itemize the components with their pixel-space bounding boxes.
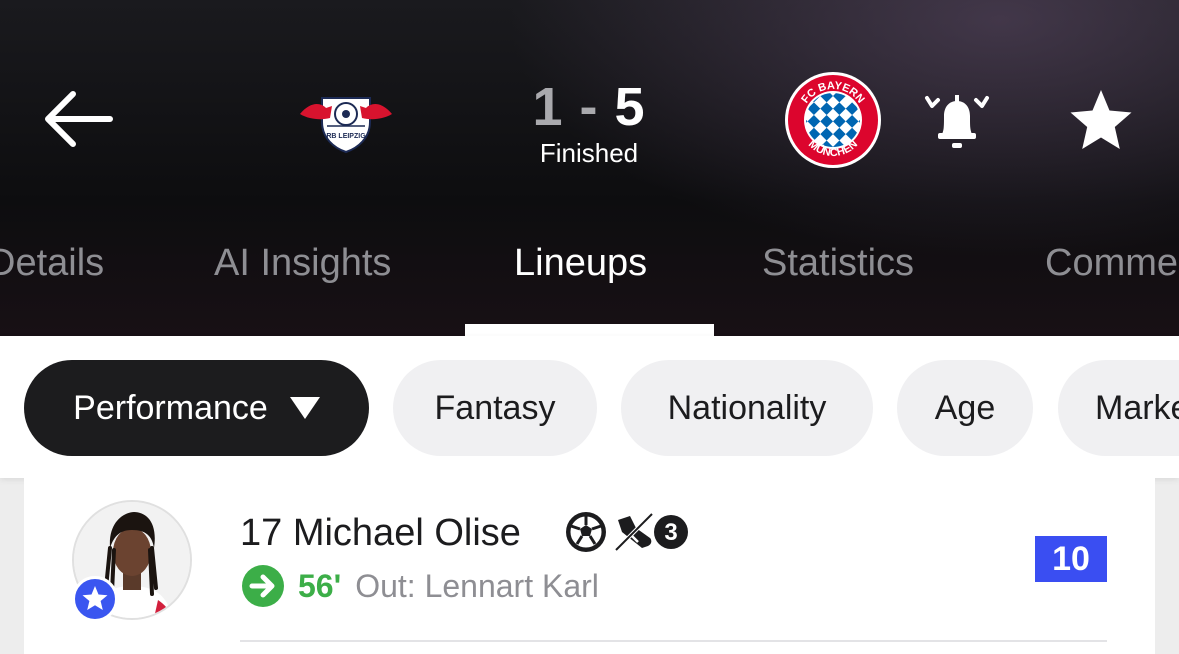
substitution-info: 56' Out: Lennart Karl <box>242 564 599 608</box>
tab-details[interactable]: Details <box>0 242 104 285</box>
match-score: 1 - 5 <box>489 76 689 138</box>
filter-performance-dropdown[interactable]: Performance <box>24 360 369 456</box>
active-tab-indicator <box>465 324 714 336</box>
notifications-button[interactable] <box>922 86 992 156</box>
goal-ball-icon <box>566 512 606 552</box>
substitution-text: Out: Lennart Karl <box>355 567 599 604</box>
row-divider <box>240 640 1107 642</box>
bell-alert-icon <box>925 95 989 148</box>
filter-age[interactable]: Age <box>897 360 1033 456</box>
player-avatar-button[interactable] <box>72 500 192 622</box>
assist-count-badge: 3 <box>654 515 688 549</box>
player-rating-badge: 10 <box>1035 536 1107 582</box>
substitution-out-icon <box>242 565 284 607</box>
tab-statistics[interactable]: Statistics <box>762 242 914 285</box>
home-team-logo[interactable]: RB LEIPZIG <box>296 88 396 154</box>
tab-ai-insights[interactable]: AI Insights <box>214 242 391 285</box>
match-tabs: Details AI Insights Lineups Statistics C… <box>0 232 1179 336</box>
tab-lineups[interactable]: Lineups <box>514 242 647 285</box>
score-separator: - <box>579 77 599 137</box>
player-name: 17 Michael Olise <box>240 512 521 554</box>
filter-performance-label: Performance <box>73 388 268 427</box>
away-team-logo[interactable]: FC BAYERN MÜNCHEN <box>784 71 882 169</box>
lineup-filter-bar: Performance Fantasy Nationality Age Mark… <box>0 336 1179 478</box>
filter-market-value[interactable]: Market value <box>1058 360 1179 456</box>
caret-down-icon <box>289 397 320 419</box>
back-button[interactable] <box>40 88 116 148</box>
player-row[interactable]: 17 Michael Olise 3 56' Out: Lennart Karl… <box>24 478 1155 654</box>
assist-count: 3 <box>664 519 677 546</box>
tab-commentary[interactable]: Commentary <box>1045 242 1179 285</box>
away-score: 5 <box>614 77 646 137</box>
match-header: RB LEIPZIG 1 - 5 Finished FC BAYERN MÜNC… <box>0 0 1179 336</box>
substitution-minute: 56' <box>298 567 342 604</box>
arrow-left-icon <box>45 91 113 147</box>
match-status: Finished <box>539 138 639 168</box>
filter-fantasy[interactable]: Fantasy <box>393 360 597 456</box>
home-score: 1 <box>532 77 564 137</box>
rb-leipzig-crest: RB LEIPZIG <box>300 97 392 154</box>
favorite-button[interactable] <box>1066 88 1136 152</box>
player-of-the-match-badge <box>72 576 118 622</box>
fc-bayern-munchen-crest: FC BAYERN MÜNCHEN <box>785 72 881 168</box>
filter-nationality[interactable]: Nationality <box>621 360 873 456</box>
match-events: 3 <box>564 510 690 554</box>
assist-boot-icon <box>614 512 654 552</box>
player-of-the-match-star-icon <box>82 586 108 610</box>
star-favorite-icon <box>1070 90 1132 149</box>
svg-text:RB LEIPZIG: RB LEIPZIG <box>326 133 366 140</box>
